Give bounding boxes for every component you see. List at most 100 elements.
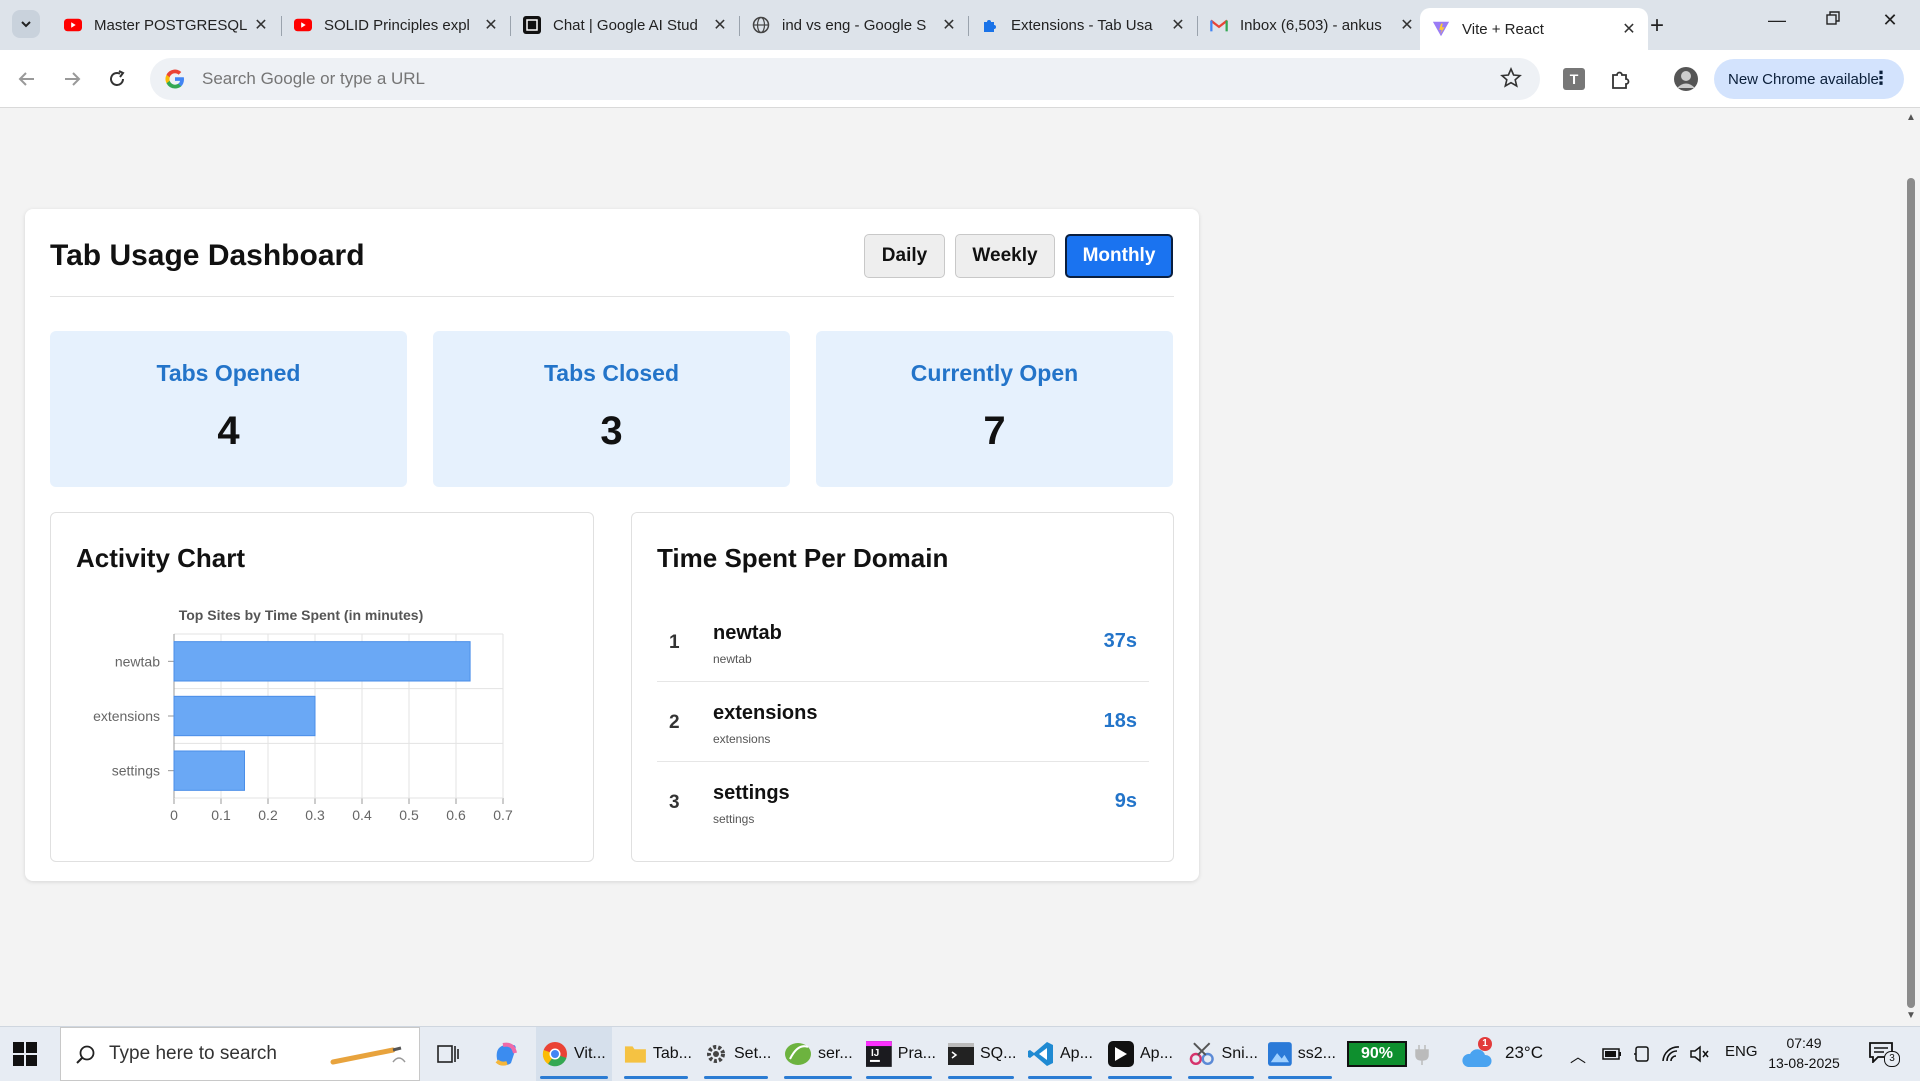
wifi-icon[interactable]: [1661, 1045, 1681, 1063]
omnibox-input[interactable]: [200, 68, 1404, 90]
windows-start-icon[interactable]: [12, 1041, 38, 1067]
photos-icon: [1268, 1042, 1292, 1066]
weather-widget[interactable]: 1: [1460, 1037, 1494, 1069]
volume-muted-icon[interactable]: [1689, 1045, 1709, 1063]
active-indicator: [948, 1076, 1014, 1079]
tab-master-postgresql[interactable]: Master POSTGRESQL ✕: [52, 8, 280, 42]
close-window-button[interactable]: ✕: [1870, 10, 1910, 31]
chevron-up-icon[interactable]: ︿: [1570, 1043, 1586, 1067]
minimize-button[interactable]: —: [1757, 10, 1797, 31]
copilot-button[interactable]: [491, 1027, 521, 1081]
list-item: 2 extensions extensions 18s: [657, 682, 1149, 762]
close-icon[interactable]: ✕: [940, 15, 958, 35]
period-weekly-button[interactable]: Weekly: [955, 234, 1055, 278]
tab-search-button[interactable]: [12, 10, 40, 38]
taskbar-app-spring[interactable]: ser...: [780, 1027, 856, 1081]
close-icon[interactable]: ✕: [1398, 15, 1416, 35]
youtube-icon: [294, 16, 312, 34]
close-icon[interactable]: ✕: [252, 15, 270, 35]
stat-card-tabs-closed: Tabs Closed 3: [433, 331, 790, 487]
tab-ind-vs-eng[interactable]: ind vs eng - Google S ✕: [740, 8, 968, 42]
active-indicator: [540, 1076, 608, 1079]
domain-rank: 1: [669, 632, 680, 653]
scroll-down-icon[interactable]: ▼: [1906, 1010, 1916, 1021]
active-indicator: [704, 1076, 768, 1079]
clock-time: 07:49: [1786, 1035, 1822, 1051]
taskbar-app-cursor[interactable]: Ap...: [1104, 1027, 1176, 1081]
domain-name: settings: [713, 782, 790, 804]
forward-button[interactable]: [57, 64, 87, 94]
device-icon[interactable]: [1633, 1045, 1651, 1063]
x-tick-label: 0: [170, 807, 178, 823]
domain-name: extensions: [713, 702, 818, 724]
taskbar-app-snipping[interactable]: Sni...: [1184, 1027, 1258, 1081]
taskbar-app-photos[interactable]: ss2...: [1264, 1027, 1336, 1081]
more-vert-icon[interactable]: ⋮: [1872, 68, 1890, 89]
app-label: Tab...: [652, 1045, 692, 1062]
vertical-scrollbar[interactable]: ▲ ▼: [1902, 108, 1920, 1026]
tab-gmail-inbox[interactable]: Inbox (6,503) - ankus ✕: [1198, 8, 1426, 42]
update-label: New Chrome available: [1728, 70, 1879, 88]
taskbar-app-chrome[interactable]: Vit...: [536, 1027, 612, 1081]
stat-value: 7: [983, 409, 1006, 453]
domain-name: newtab: [713, 622, 782, 644]
close-icon: ✕: [1882, 10, 1898, 30]
new-tab-button[interactable]: +: [1650, 12, 1664, 40]
stat-value: 4: [217, 409, 240, 453]
arrow-right-icon: [65, 72, 81, 86]
language-indicator[interactable]: ENG: [1725, 1043, 1758, 1060]
close-icon[interactable]: ✕: [482, 15, 500, 35]
tab-vite-react[interactable]: Vite + React ✕: [1420, 8, 1648, 50]
active-indicator: [1188, 1076, 1254, 1079]
taskbar-app-settings[interactable]: Set...: [700, 1027, 772, 1081]
scroll-up-icon[interactable]: ▲: [1906, 112, 1916, 123]
period-daily-button[interactable]: Daily: [864, 234, 945, 278]
period-monthly-button[interactable]: Monthly: [1065, 234, 1173, 278]
task-view-button[interactable]: [436, 1027, 460, 1081]
vite-icon: [1432, 20, 1450, 38]
active-indicator: [1108, 1076, 1172, 1079]
x-tick-label: 0.3: [305, 807, 325, 823]
extensions-button[interactable]: [1606, 65, 1634, 93]
windows-taskbar: Type here to search Vit... Tab... Set...…: [0, 1026, 1920, 1081]
temperature[interactable]: 23°C: [1505, 1043, 1543, 1063]
domain-subtitle: newtab: [713, 652, 752, 666]
back-button[interactable]: [12, 64, 42, 94]
time-per-domain-panel: Time Spent Per Domain 1 newtab newtab 37…: [631, 512, 1174, 862]
tab-extensions[interactable]: Extensions - Tab Usa ✕: [969, 8, 1197, 42]
battery-icon[interactable]: [1602, 1046, 1622, 1062]
close-icon[interactable]: ✕: [1169, 15, 1187, 35]
system-clock[interactable]: 07:49 13-08-2025: [1768, 1033, 1840, 1073]
reload-button[interactable]: [102, 64, 132, 94]
new-chrome-available-button[interactable]: New Chrome available ⋮: [1714, 59, 1904, 99]
domain-rank: 2: [669, 712, 680, 733]
terminal-icon: [948, 1043, 974, 1065]
close-icon[interactable]: ✕: [711, 15, 729, 35]
reload-icon: [110, 70, 125, 86]
app-label: ser...: [818, 1045, 853, 1062]
close-icon[interactable]: ✕: [1620, 19, 1638, 39]
taskbar-app-explorer[interactable]: Tab...: [620, 1027, 692, 1081]
taskbar-search[interactable]: Type here to search: [60, 1027, 420, 1081]
battery-indicator[interactable]: 90%: [1347, 1041, 1407, 1067]
plug-icon: [1415, 1045, 1429, 1065]
restore-button[interactable]: [1813, 10, 1853, 31]
profile-button[interactable]: [1672, 65, 1700, 93]
notifications-button[interactable]: 3: [1868, 1041, 1900, 1067]
taskbar-app-vscode[interactable]: Ap...: [1024, 1027, 1096, 1081]
clock-date: 13-08-2025: [1768, 1055, 1840, 1071]
x-tick-label: 0.2: [258, 807, 278, 823]
snipping-icon: [1189, 1042, 1214, 1066]
star-icon[interactable]: [1500, 67, 1522, 89]
x-tick-label: 0.5: [399, 807, 419, 823]
tab-solid-principles[interactable]: SOLID Principles expl ✕: [282, 8, 510, 42]
omnibox[interactable]: [150, 58, 1540, 100]
browser-toolbar: T New Chrome available ⋮: [0, 50, 1920, 108]
taskbar-app-intellij[interactable]: IJ Pra...: [862, 1027, 936, 1081]
extension-t-button[interactable]: T: [1560, 65, 1588, 93]
tab-ai-studio[interactable]: Chat | Google AI Stud ✕: [511, 8, 739, 42]
y-tick-label: newtab: [115, 653, 160, 669]
taskbar-app-terminal[interactable]: SQ...: [944, 1027, 1018, 1081]
scrollbar-thumb[interactable]: [1907, 178, 1915, 1008]
puzzle-icon: [1612, 71, 1630, 89]
